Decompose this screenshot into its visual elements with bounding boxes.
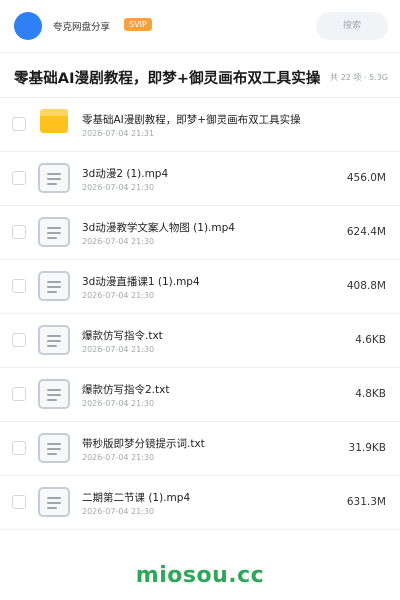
list-item[interactable]: 二期第二节课 (1).mp4 2026-07-04 21:30 631.3M [0,476,400,530]
file-size: 4.6KB [355,334,386,346]
app-header: 夸克网盘分享 SVIP 搜索 [0,0,400,52]
checkbox[interactable] [12,171,26,185]
app-title: 夸克网盘分享 [53,22,111,33]
file-size: 624.4M [346,226,386,238]
list-item[interactable]: 带秒版即梦分镜提示词.txt 2026-07-04 21:30 31.9KB [0,422,400,476]
avatar[interactable] [14,12,42,40]
file-name: 3d动漫直播课1 (1).mp4 [82,276,200,288]
file-name: 爆款仿写指令2.txt [82,384,170,396]
checkbox[interactable] [12,333,26,347]
checkbox[interactable] [12,279,26,293]
checkbox[interactable] [12,387,26,401]
file-icon [38,325,70,355]
file-icon [38,379,70,409]
page-title: 零基础AI漫剧教程，即梦+御灵画布双工具实操 [14,71,321,87]
checkbox[interactable] [12,225,26,239]
checkbox[interactable] [12,495,26,509]
checkbox[interactable] [12,117,26,131]
file-date: 2026-07-04 21:30 [82,453,155,462]
file-size: 408.8M [346,280,386,292]
file-size: 631.3M [346,496,386,508]
search-input[interactable]: 搜索 [316,12,388,40]
file-name: 带秒版即梦分镜提示词.txt [82,438,205,450]
file-date: 2026-07-04 21:31 [82,129,155,138]
file-icon [38,433,70,463]
file-name: 二期第二节课 (1).mp4 [82,492,191,504]
list-item[interactable]: 爆款仿写指令.txt 2026-07-04 21:30 4.6KB [0,314,400,368]
file-icon [38,271,70,301]
checkbox[interactable] [12,441,26,455]
share-summary: 共 22 项 · 5.3G [330,73,388,82]
file-date: 2026-07-04 21:30 [82,291,155,300]
share-title-bar: 零基础AI漫剧教程，即梦+御灵画布双工具实操 共 22 项 · 5.3G [0,52,400,98]
file-name: 3d动漫2 (1).mp4 [82,168,169,180]
list-item[interactable]: 3d动漫2 (1).mp4 2026-07-04 21:30 456.0M [0,152,400,206]
file-size: 456.0M [346,172,386,184]
file-icon [38,217,70,247]
file-name: 3d动漫教学文案人物图 (1).mp4 [82,222,235,234]
file-date: 2026-07-04 21:30 [82,237,155,246]
file-icon [38,163,70,193]
file-icon [38,487,70,517]
list-item-folder[interactable]: 零基础AI漫剧教程，即梦+御灵画布双工具实操 2026-07-04 21:31 [0,98,400,152]
file-date: 2026-07-04 21:30 [82,399,155,408]
folder-icon [40,109,68,133]
file-date: 2026-07-04 21:30 [82,345,155,354]
file-size: 4.8KB [355,388,386,400]
file-list: 零基础AI漫剧教程，即梦+御灵画布双工具实操 2026-07-04 21:31 … [0,98,400,530]
svip-badge: SVIP [124,18,152,31]
file-name: 零基础AI漫剧教程，即梦+御灵画布双工具实操 [82,114,301,126]
file-size: 31.9KB [348,442,386,454]
file-date: 2026-07-04 21:30 [82,183,155,192]
file-name: 爆款仿写指令.txt [82,330,163,342]
list-item[interactable]: 3d动漫直播课1 (1).mp4 2026-07-04 21:30 408.8M [0,260,400,314]
list-item[interactable]: 爆款仿写指令2.txt 2026-07-04 21:30 4.8KB [0,368,400,422]
file-date: 2026-07-04 21:30 [82,507,155,516]
list-item[interactable]: 3d动漫教学文案人物图 (1).mp4 2026-07-04 21:30 624… [0,206,400,260]
watermark: miosou.cc [135,563,265,588]
